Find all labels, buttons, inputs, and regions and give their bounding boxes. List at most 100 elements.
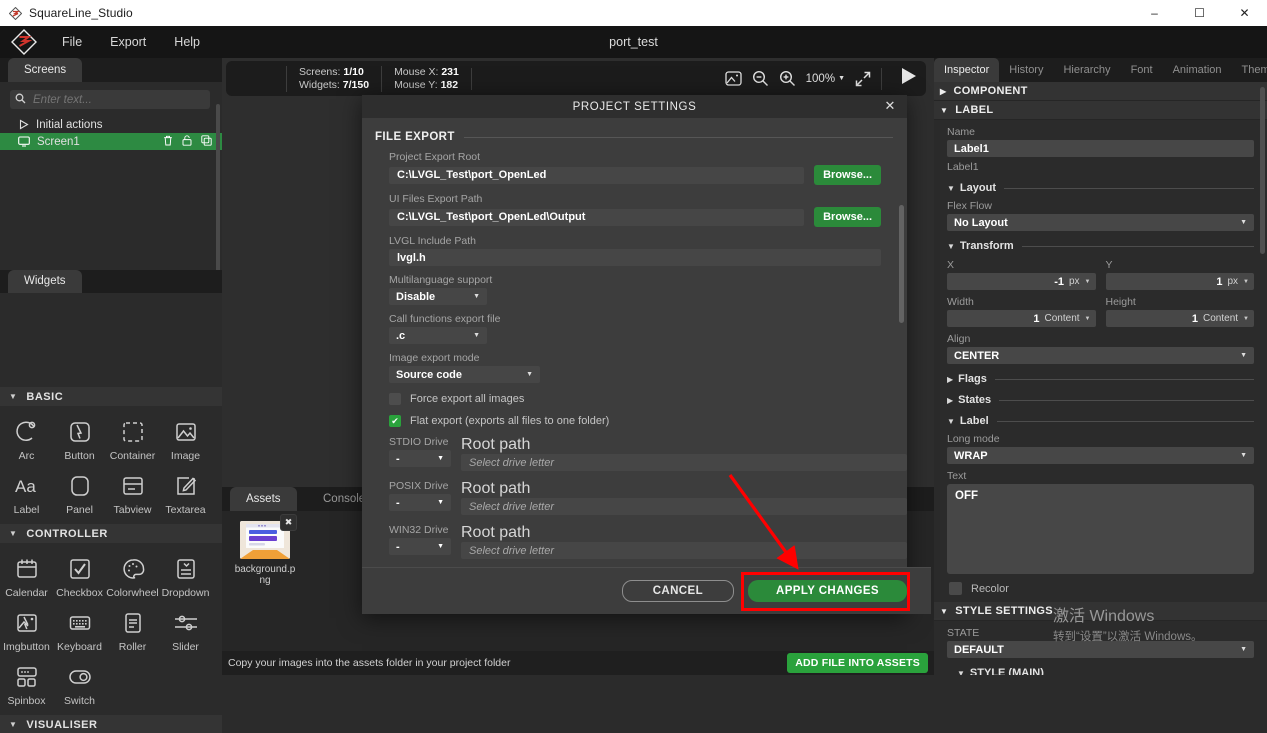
screens-widgets-counter: Screens: 1/10 Widgets: 7/150 bbox=[286, 66, 381, 92]
widget-imgbutton[interactable]: Imgbutton bbox=[0, 603, 53, 657]
trash-icon[interactable] bbox=[163, 135, 173, 149]
widget-button[interactable]: Button bbox=[53, 412, 106, 466]
close-icon[interactable]: ✕ bbox=[882, 98, 898, 114]
tab-assets[interactable]: Assets bbox=[230, 487, 297, 511]
name-input[interactable]: Label1 bbox=[947, 140, 1254, 157]
zoom-in-icon[interactable] bbox=[779, 70, 796, 87]
widget-group-controller-header[interactable]: ▼ CONTROLLER bbox=[0, 524, 222, 543]
tab-hierarchy[interactable]: Hierarchy bbox=[1053, 58, 1120, 82]
widget-label: Container bbox=[110, 450, 156, 462]
widget-label[interactable]: Aa Label bbox=[0, 466, 53, 520]
widget-arc[interactable]: Arc bbox=[0, 412, 53, 466]
screens-search-box[interactable] bbox=[10, 90, 210, 109]
widget-container[interactable]: Container bbox=[106, 412, 159, 466]
section-label-widget[interactable]: ▼ LABEL bbox=[934, 101, 1267, 120]
tab-history[interactable]: History bbox=[999, 58, 1053, 82]
inspector-scrollbar[interactable] bbox=[1260, 87, 1265, 254]
subsection-states[interactable]: ▶ States bbox=[947, 394, 1254, 406]
asset-remove-icon[interactable]: ✖ bbox=[280, 514, 297, 531]
browse-ui-files-button[interactable]: Browse... bbox=[814, 207, 881, 227]
screens-scrollbar[interactable] bbox=[216, 104, 220, 279]
tab-widgets[interactable]: Widgets bbox=[8, 270, 82, 293]
recolor-checkbox[interactable] bbox=[949, 582, 962, 595]
align-select[interactable]: CENTER ▼ bbox=[947, 347, 1254, 364]
fit-screen-icon[interactable] bbox=[855, 71, 871, 87]
widget-textarea[interactable]: Textarea bbox=[159, 466, 212, 520]
tab-screens[interactable]: Screens bbox=[8, 58, 82, 82]
widget-keyboard[interactable]: Keyboard bbox=[53, 603, 106, 657]
long-mode-select[interactable]: WRAP ▼ bbox=[947, 447, 1254, 464]
subsection-transform[interactable]: ▼ Transform bbox=[947, 240, 1254, 252]
widget-checkbox[interactable]: Checkbox bbox=[53, 549, 106, 603]
posix-root-input[interactable]: Select drive letter bbox=[461, 498, 907, 515]
widget-panel[interactable]: Panel bbox=[53, 466, 106, 520]
tab-themes[interactable]: Themes bbox=[1232, 58, 1267, 82]
widget-tabview[interactable]: Tabview bbox=[106, 466, 159, 520]
widget-colorwheel[interactable]: Colorwheel bbox=[106, 549, 159, 603]
flat-export-row[interactable]: ✔ Flat export (exports all files to one … bbox=[389, 415, 907, 427]
menu-file[interactable]: File bbox=[48, 26, 96, 58]
widget-calendar[interactable]: Calendar bbox=[0, 549, 53, 603]
multilanguage-select[interactable]: Disable ▼ bbox=[389, 288, 487, 305]
maximize-button[interactable]: ☐ bbox=[1177, 0, 1222, 26]
widget-spinbox[interactable]: Spinbox bbox=[0, 657, 53, 711]
apply-changes-button[interactable]: APPLY CHANGES bbox=[748, 580, 907, 602]
dialog-scrollbar[interactable] bbox=[899, 205, 904, 323]
flat-export-checkbox[interactable]: ✔ bbox=[389, 415, 401, 427]
tab-animation[interactable]: Animation bbox=[1163, 58, 1232, 82]
subsection-label[interactable]: ▼ Label bbox=[947, 415, 1254, 427]
section-style-settings[interactable]: ▼ STYLE SETTINGS bbox=[934, 602, 1267, 621]
subsection-style-main[interactable]: ▼ STYLE (MAIN) bbox=[957, 667, 1254, 675]
stdio-drive-select[interactable]: - ▼ bbox=[389, 450, 451, 467]
zoom-level-dropdown[interactable]: 100% ▼ bbox=[806, 73, 845, 85]
y-input[interactable]: 1 px ▼ bbox=[1106, 273, 1255, 290]
minimize-button[interactable]: – bbox=[1132, 0, 1177, 26]
image-export-select[interactable]: Source code ▼ bbox=[389, 366, 540, 383]
widget-roller[interactable]: Roller bbox=[106, 603, 159, 657]
zoom-out-icon[interactable] bbox=[752, 70, 769, 87]
tree-item-screen1[interactable]: Screen1 bbox=[0, 133, 222, 150]
force-export-checkbox[interactable] bbox=[389, 393, 401, 405]
subsection-flags[interactable]: ▶ Flags bbox=[947, 373, 1254, 385]
state-select[interactable]: DEFAULT ▼ bbox=[947, 641, 1254, 658]
menu-export[interactable]: Export bbox=[96, 26, 160, 58]
tab-inspector[interactable]: Inspector bbox=[934, 58, 999, 82]
widgets-scroll-area[interactable]: ▼ BASIC Arc Button Container bbox=[0, 387, 222, 733]
widget-group-basic-header[interactable]: ▼ BASIC bbox=[0, 387, 222, 406]
copy-icon[interactable] bbox=[201, 135, 212, 149]
project-export-root-input[interactable]: C:\LVGL_Test\port_OpenLed bbox=[389, 167, 804, 184]
ui-files-export-input[interactable]: C:\LVGL_Test\port_OpenLed\Output bbox=[389, 209, 804, 226]
widget-dropdown[interactable]: Dropdown bbox=[159, 549, 212, 603]
recolor-checkbox-row[interactable]: Recolor bbox=[949, 582, 1254, 595]
posix-drive-select[interactable]: - ▼ bbox=[389, 494, 451, 511]
x-input[interactable]: -1 px ▼ bbox=[947, 273, 1096, 290]
stdio-root-input[interactable]: Select drive letter bbox=[461, 454, 907, 471]
widget-image[interactable]: Image bbox=[159, 412, 212, 466]
lvgl-include-input[interactable]: lvgl.h bbox=[389, 249, 881, 266]
play-icon[interactable] bbox=[892, 65, 918, 92]
call-functions-select[interactable]: .c ▼ bbox=[389, 327, 487, 344]
cancel-button[interactable]: CANCEL bbox=[622, 580, 734, 602]
widget-group-visualiser-header[interactable]: ▼ VISUALISER bbox=[0, 715, 222, 733]
flex-flow-select[interactable]: No Layout ▼ bbox=[947, 214, 1254, 231]
width-input[interactable]: 1 Content ▼ bbox=[947, 310, 1096, 327]
widget-slider[interactable]: Slider bbox=[159, 603, 212, 657]
subsection-layout[interactable]: ▼ Layout bbox=[947, 182, 1254, 194]
close-button[interactable]: ✕ bbox=[1222, 0, 1267, 26]
height-input[interactable]: 1 Content ▼ bbox=[1106, 310, 1255, 327]
win32-drive-select[interactable]: - ▼ bbox=[389, 538, 451, 555]
force-export-row[interactable]: Force export all images bbox=[389, 393, 907, 405]
tab-font[interactable]: Font bbox=[1121, 58, 1163, 82]
lock-icon[interactable] bbox=[182, 135, 192, 149]
image-toggle-icon[interactable] bbox=[725, 70, 742, 87]
widget-switch[interactable]: Switch bbox=[53, 657, 106, 711]
browse-project-root-button[interactable]: Browse... bbox=[814, 165, 881, 185]
add-file-into-assets-button[interactable]: ADD FILE INTO ASSETS bbox=[787, 653, 928, 673]
section-component[interactable]: ▶ COMPONENT bbox=[934, 82, 1267, 101]
screens-search-input[interactable] bbox=[31, 93, 200, 107]
asset-item[interactable]: ✖ background.png bbox=[234, 521, 296, 586]
menu-help[interactable]: Help bbox=[160, 26, 214, 58]
text-input[interactable]: OFF bbox=[947, 484, 1254, 574]
win32-root-input[interactable]: Select drive letter bbox=[461, 542, 907, 559]
tree-item-initial-actions[interactable]: Initial actions bbox=[0, 116, 222, 133]
